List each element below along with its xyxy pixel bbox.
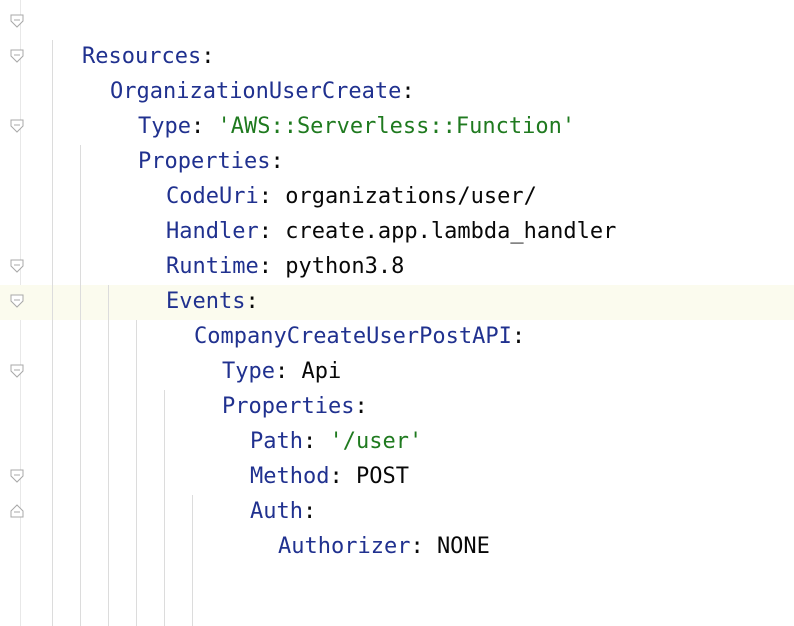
code-line-auth[interactable]: Auth:	[197, 459, 794, 524]
indent-guide	[108, 285, 109, 626]
indent-guide	[192, 495, 193, 626]
code-line-company-create-user-post-api[interactable]: CompanyCreateUserPostAPI:	[141, 284, 794, 349]
yaml-key: Authorizer	[277, 534, 411, 559]
fold-open-icon[interactable]	[10, 49, 24, 63]
code-line-handler[interactable]: Handler: create.app.lambda_handler	[113, 179, 794, 244]
code-line-codeuri[interactable]: CodeUri: organizations/user/	[113, 144, 794, 209]
fold-open-icon[interactable]	[10, 259, 24, 273]
code-line-event-type[interactable]: Type: Api	[169, 319, 794, 384]
code-line-authorizer[interactable]: Authorizer: NONE	[225, 494, 794, 559]
code-line-events[interactable]: Events:	[113, 249, 794, 314]
indent-guide	[52, 40, 53, 626]
code-line-event-properties[interactable]: Properties:	[169, 354, 794, 419]
indent-guide	[136, 320, 137, 626]
yaml-separator: :	[410, 534, 437, 559]
fold-open-icon[interactable]	[10, 119, 24, 133]
fold-end-icon[interactable]	[10, 504, 24, 518]
fold-open-icon[interactable]	[10, 294, 24, 308]
code-line-method[interactable]: Method: POST	[197, 424, 794, 489]
fold-open-icon[interactable]	[10, 14, 24, 28]
fold-open-icon[interactable]	[10, 364, 24, 378]
fold-open-icon[interactable]	[10, 469, 24, 483]
code-line-organization-user-create[interactable]: OrganizationUserCreate:	[57, 39, 794, 104]
code-line-properties[interactable]: Properties:	[85, 109, 794, 174]
indent-guide	[164, 390, 165, 626]
code-editor[interactable]: Resources: OrganizationUserCreate: Type:…	[0, 0, 794, 626]
yaml-value: NONE	[436, 534, 490, 559]
code-line-resources[interactable]: Resources:	[29, 4, 794, 69]
code-line-type[interactable]: Type: 'AWS::Serverless::Function'	[85, 74, 794, 139]
code-line-runtime[interactable]: Runtime: python3.8	[113, 214, 794, 279]
indent-guide	[80, 145, 81, 626]
code-line-path[interactable]: Path: '/user'	[197, 389, 794, 454]
